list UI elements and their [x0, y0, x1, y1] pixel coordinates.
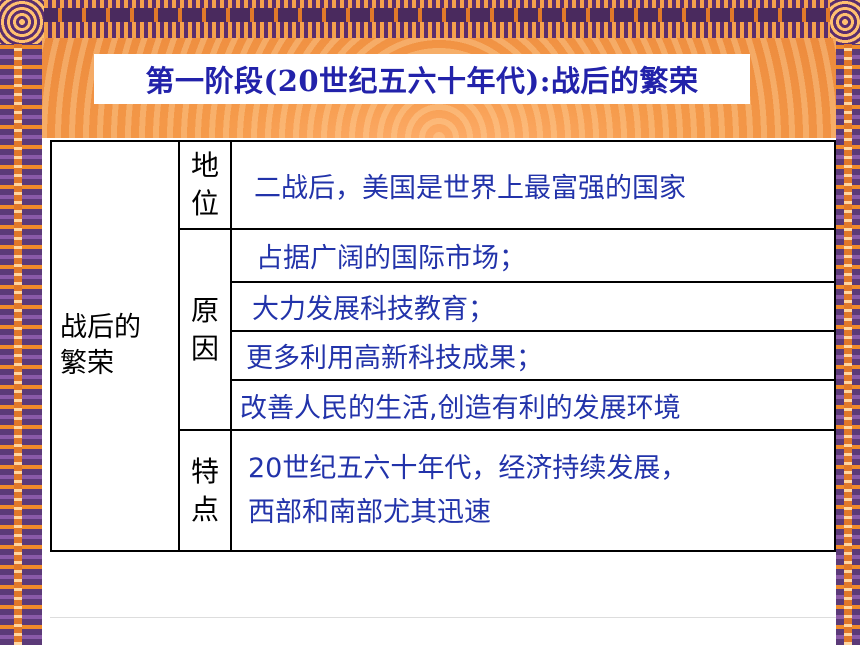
row-label-line: 地	[190, 149, 219, 182]
reason-value: 改善人民的生活,创造有利的发展环境	[240, 392, 681, 424]
slide-title: 第一阶段(20世纪五六十年代):战后的繁荣	[94, 54, 750, 104]
decorative-frame-left	[0, 0, 42, 645]
category-label-line: 繁荣	[60, 348, 114, 379]
reason-value: 大力发展科技教育；	[252, 294, 495, 325]
row-label-cell: 特 点	[178, 429, 232, 552]
row-label-line: 特	[190, 454, 219, 488]
decorative-frame-top	[0, 0, 860, 38]
status-value: 二战后，美国是世界上最富强的国家	[254, 172, 686, 204]
row-label-line: 原	[190, 293, 219, 327]
row-label-cell: 地 位	[178, 140, 232, 230]
category-cell: 战后的 繁荣	[50, 140, 180, 552]
slide-title-text: 第一阶段(20世纪五六十年代):战后的繁荣	[145, 64, 699, 98]
reason-value: 占据广阔的国际市场；	[256, 243, 526, 274]
decorative-corner-left	[0, 0, 44, 44]
category-label-line: 战后的	[60, 312, 141, 343]
reason-value: 更多利用高新科技成果；	[246, 343, 543, 374]
divider	[50, 617, 836, 618]
value-cell: 占据广阔的国际市场；	[230, 228, 836, 283]
row-label-line: 点	[190, 492, 219, 526]
value-cell: 20世纪五六十年代，经济持续发展， 西部和南部尤其迅速	[230, 429, 836, 552]
row-label-line: 位	[190, 187, 219, 220]
value-cell: 改善人民的生活,创造有利的发展环境	[230, 379, 836, 431]
summary-table: 战后的 繁荣 地 位 二战后，美国是世界上最富强的国家 原 因 占据广阔的国际市…	[50, 140, 836, 552]
value-cell: 二战后，美国是世界上最富强的国家	[230, 140, 836, 230]
feature-value-line: 西部和南部尤其迅速	[248, 496, 491, 528]
row-label-line: 因	[190, 331, 219, 365]
decorative-frame-right	[836, 0, 860, 645]
feature-value-line: 20世纪五六十年代，经济持续发展，	[248, 452, 688, 484]
table-row-status: 战后的 繁荣 地 位 二战后，美国是世界上最富强的国家	[50, 140, 836, 552]
value-cell: 大力发展科技教育；	[230, 281, 836, 332]
value-cell: 更多利用高新科技成果；	[230, 330, 836, 381]
row-label-cell: 原 因	[178, 228, 232, 431]
